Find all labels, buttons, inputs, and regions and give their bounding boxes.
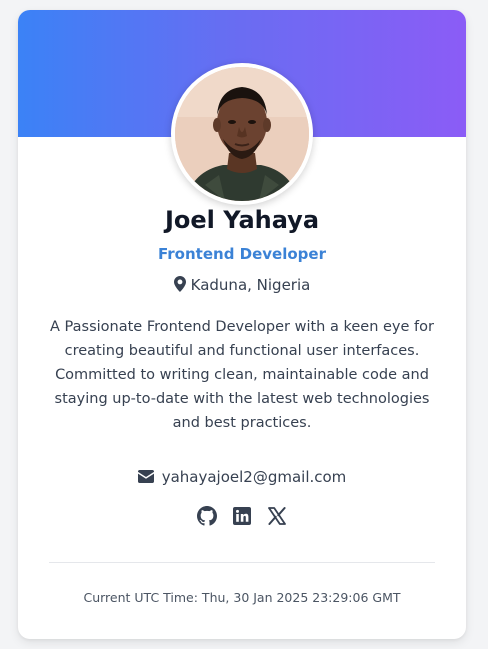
location-text: Kaduna, Nigeria (190, 276, 311, 294)
email-row: yahayajoel2@gmail.com (18, 468, 466, 487)
email-link[interactable]: yahayajoel2@gmail.com (162, 468, 347, 486)
github-icon (197, 506, 217, 526)
profile-name: Joel Yahaya (164, 206, 320, 234)
linkedin-link[interactable] (232, 506, 252, 526)
social-links (18, 506, 466, 526)
divider (49, 562, 435, 563)
map-pin-icon (173, 276, 186, 296)
x-twitter-link[interactable] (267, 506, 287, 526)
linkedin-icon (233, 507, 251, 525)
utc-time: Current UTC Time: Thu, 30 Jan 2025 23:29… (83, 590, 401, 605)
avatar-photo (175, 67, 309, 201)
x-twitter-icon (268, 507, 286, 525)
github-link[interactable] (197, 506, 217, 526)
profile-card: Joel Yahaya Frontend Developer Kaduna, N… (18, 10, 466, 639)
profile-bio: A Passionate Frontend Developer with a k… (50, 319, 434, 431)
envelope-icon (137, 469, 154, 487)
profile-location: Kaduna, Nigeria (18, 276, 466, 296)
avatar (171, 63, 313, 205)
profile-role: Frontend Developer (158, 245, 326, 263)
